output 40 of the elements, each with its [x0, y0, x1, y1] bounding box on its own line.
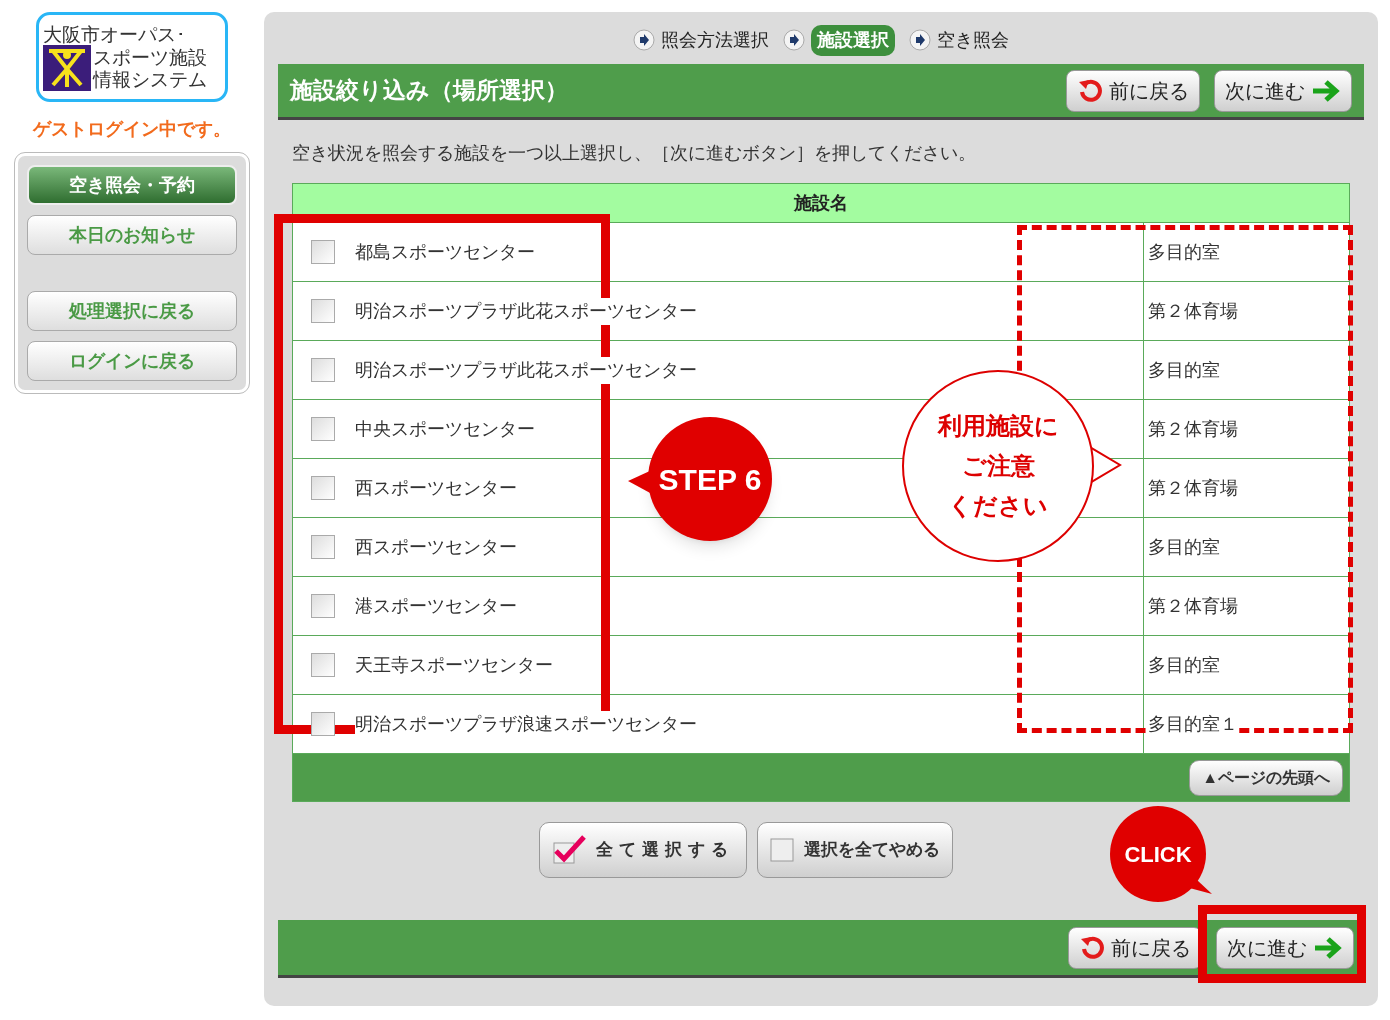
right-arrow-icon — [1311, 78, 1341, 103]
checkbox[interactable] — [311, 299, 335, 323]
checkbox[interactable] — [311, 476, 335, 500]
facility-name: 明治スポーツプラザ此花スポーツセンター — [355, 297, 697, 325]
checkbox[interactable] — [311, 535, 335, 559]
emblem-icon — [43, 45, 91, 91]
checkbox[interactable] — [311, 653, 335, 677]
checkbox[interactable] — [311, 594, 335, 618]
checkbox[interactable] — [311, 417, 335, 441]
select-all-button[interactable]: 全て選択する — [539, 822, 747, 878]
facility-name: 明治スポーツプラザ此花スポーツセンター — [355, 356, 697, 384]
page-top-button[interactable]: ▲ページの先頭へ — [1189, 759, 1343, 796]
step-label: 施設選択 — [811, 24, 895, 56]
instruction-text: 空き状況を照会する施設を一つ以上選択し、［次に進むボタン］を押してください。 — [292, 142, 977, 165]
back-button[interactable]: 前に戻る — [1066, 69, 1200, 112]
sidebar-menu-item[interactable]: 空き照会・予約 — [27, 165, 237, 205]
checkbox[interactable] — [311, 240, 335, 264]
table-header: 施設名 — [293, 184, 1349, 223]
step-label: 空き照会 — [937, 28, 1009, 52]
next-button[interactable]: 次に進む — [1216, 926, 1354, 969]
checkbox[interactable] — [311, 358, 335, 382]
undo-arrow-icon — [1077, 77, 1103, 104]
logo-text: 情報システム — [93, 68, 207, 90]
clear-all-button[interactable]: 選択を全てやめる — [757, 822, 953, 878]
arrow-bullet-icon — [633, 29, 655, 51]
arrow-bullet-icon — [909, 29, 931, 51]
next-button[interactable]: 次に進む — [1214, 69, 1352, 112]
logo-text: 大阪市オーパス･ — [43, 23, 187, 45]
checkbox-icon — [770, 838, 794, 862]
checkbox[interactable] — [311, 712, 335, 736]
right-arrow-icon — [1313, 935, 1343, 960]
logo-text: スポーツ施設 — [93, 46, 207, 68]
step-label: 照会方法選択 — [661, 28, 769, 52]
page-title: 施設絞り込み（場所選択） — [290, 76, 568, 106]
speech-tail-icon — [628, 470, 652, 494]
site-logo[interactable]: 大阪市オーパス･ スポーツ施設 情報システム — [36, 12, 228, 102]
login-status: ゲストログイン中です。 — [33, 118, 231, 141]
checkmark-icon — [552, 835, 588, 865]
undo-arrow-icon — [1079, 934, 1105, 961]
arrow-bullet-icon — [783, 29, 805, 51]
